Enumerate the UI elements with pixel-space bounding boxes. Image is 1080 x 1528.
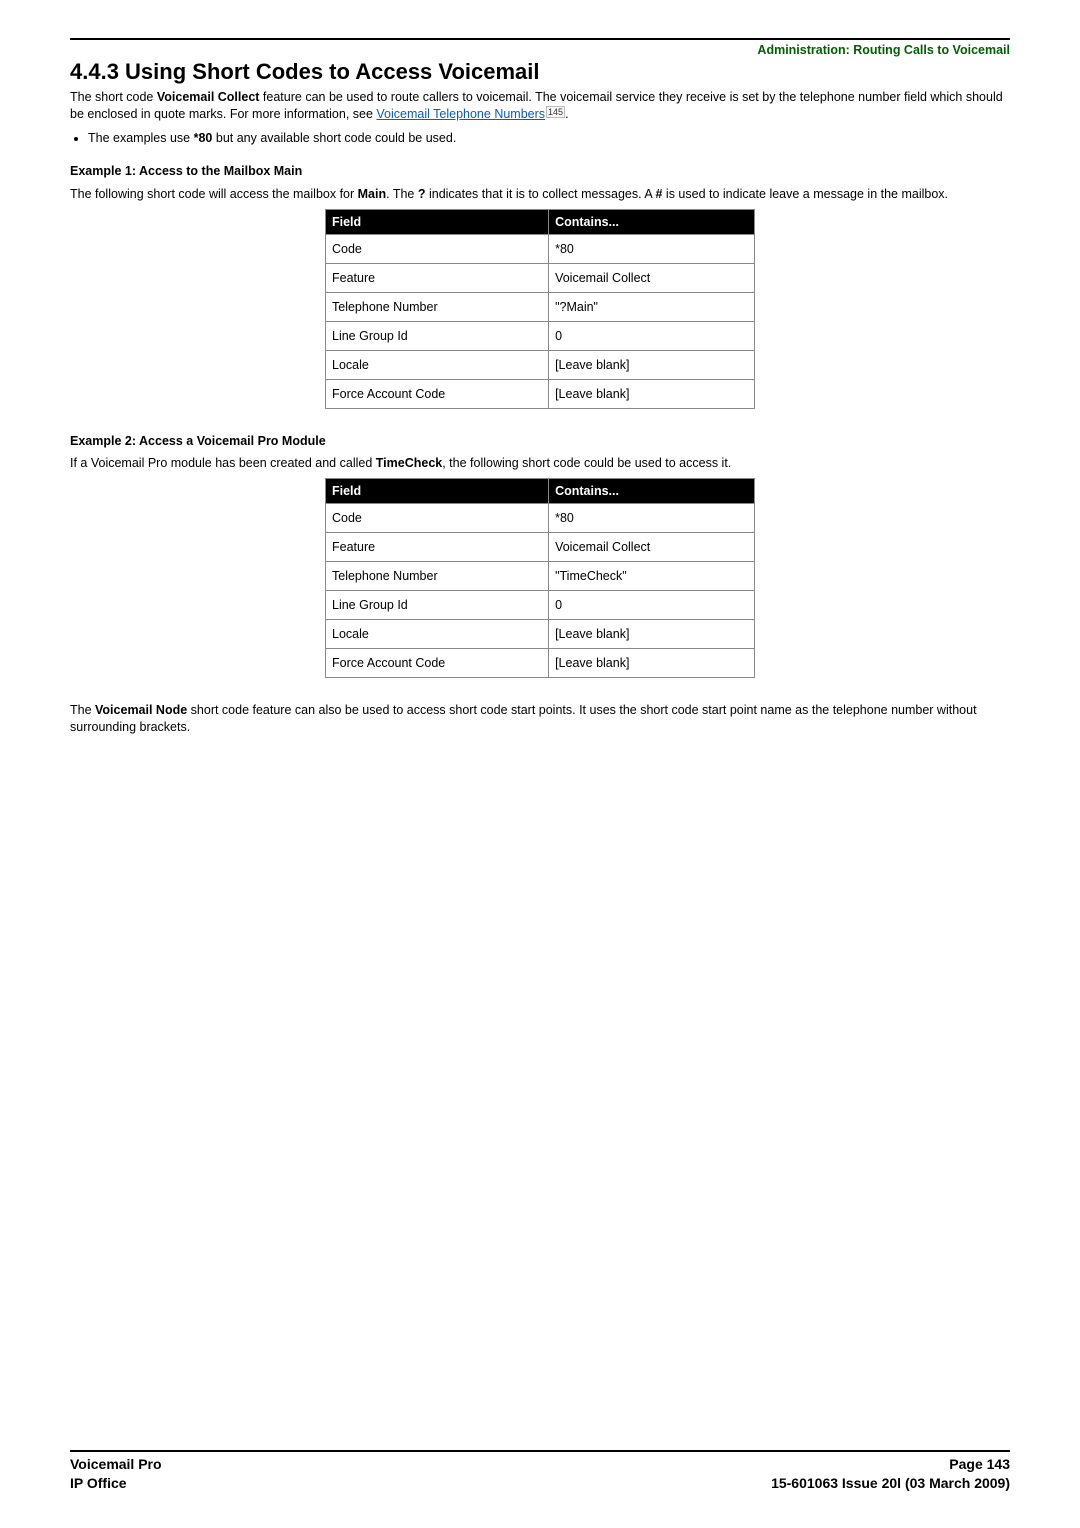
bullet-bold-80: *80	[194, 131, 213, 145]
page-title: 4.4.3 Using Short Codes to Access Voicem…	[70, 59, 1010, 85]
table-row: FeatureVoicemail Collect	[326, 263, 755, 292]
cell-field: Code	[326, 234, 549, 263]
intro-text-c: .	[565, 107, 568, 121]
cell-field: Locale	[326, 620, 549, 649]
bullet-item: The examples use *80 but any available s…	[88, 131, 1010, 145]
closing-b: short code feature can also be used to a…	[70, 703, 977, 734]
th-field: Field	[326, 209, 549, 234]
ex2-desc-b: , the following short code could be used…	[442, 456, 731, 470]
table-row: Force Account Code[Leave blank]	[326, 649, 755, 678]
breadcrumb: Administration: Routing Calls to Voicema…	[70, 43, 1010, 57]
cell-field: Telephone Number	[326, 562, 549, 591]
ex2-desc-a: If a Voicemail Pro module has been creat…	[70, 456, 376, 470]
ex1-desc-c: indicates that it is to collect messages…	[426, 187, 656, 201]
cell-contains: [Leave blank]	[549, 649, 755, 678]
example1-description: The following short code will access the…	[70, 186, 1010, 203]
cell-contains: [Leave blank]	[549, 379, 755, 408]
ex1-bold-main: Main	[358, 187, 386, 201]
cell-field: Force Account Code	[326, 649, 549, 678]
ex1-desc-a: The following short code will access the…	[70, 187, 358, 201]
top-rule	[70, 38, 1010, 40]
th-contains: Contains...	[549, 479, 755, 504]
th-contains: Contains...	[549, 209, 755, 234]
closing-bold-voicemail-node: Voicemail Node	[95, 703, 187, 717]
intro-text-a: The short code	[70, 90, 157, 104]
ex1-desc-d: is used to indicate leave a message in t…	[662, 187, 948, 201]
table-row: Force Account Code[Leave blank]	[326, 379, 755, 408]
intro-paragraph: The short code Voicemail Collect feature…	[70, 89, 1010, 123]
footer-rule	[70, 1450, 1010, 1452]
page-ref-145: 145	[546, 106, 565, 118]
cell-field: Feature	[326, 263, 549, 292]
example2-title: Example 2: Access a Voicemail Pro Module	[70, 433, 1010, 450]
ex1-desc-b: . The	[386, 187, 418, 201]
footer-right-1: Page 143	[949, 1455, 1010, 1475]
closing-paragraph: The Voicemail Node short code feature ca…	[70, 702, 1010, 736]
cell-field: Force Account Code	[326, 379, 549, 408]
intro-bold-voicemail-collect: Voicemail Collect	[157, 90, 260, 104]
bullet-text-b: but any available short code could be us…	[212, 131, 456, 145]
table-row: Locale[Leave blank]	[326, 620, 755, 649]
example1-table: Field Contains... Code*80 FeatureVoicema…	[325, 209, 755, 409]
cell-field: Line Group Id	[326, 591, 549, 620]
table-row: Telephone Number"?Main"	[326, 292, 755, 321]
example1-title: Example 1: Access to the Mailbox Main	[70, 163, 1010, 180]
ex2-bold-timecheck: TimeCheck	[376, 456, 442, 470]
cell-contains: Voicemail Collect	[549, 263, 755, 292]
table-row: Telephone Number"TimeCheck"	[326, 562, 755, 591]
table-row: Line Group Id0	[326, 591, 755, 620]
voicemail-telephone-numbers-link[interactable]: Voicemail Telephone Numbers	[376, 107, 545, 121]
cell-contains: [Leave blank]	[549, 620, 755, 649]
page-footer: Voicemail Pro Page 143 IP Office 15-6010…	[70, 1450, 1010, 1494]
footer-left-1: Voicemail Pro	[70, 1455, 162, 1475]
table-row: Line Group Id0	[326, 321, 755, 350]
example2-description: If a Voicemail Pro module has been creat…	[70, 455, 1010, 472]
cell-field: Telephone Number	[326, 292, 549, 321]
example2-table: Field Contains... Code*80 FeatureVoicema…	[325, 478, 755, 678]
table-row: Code*80	[326, 504, 755, 533]
table-header-row: Field Contains...	[326, 479, 755, 504]
table-row: FeatureVoicemail Collect	[326, 533, 755, 562]
table-row: Code*80	[326, 234, 755, 263]
table-row: Locale[Leave blank]	[326, 350, 755, 379]
cell-contains: [Leave blank]	[549, 350, 755, 379]
cell-contains: Voicemail Collect	[549, 533, 755, 562]
cell-field: Locale	[326, 350, 549, 379]
cell-contains: 0	[549, 321, 755, 350]
footer-right-2: 15-601063 Issue 20l (03 March 2009)	[771, 1474, 1010, 1494]
cell-field: Feature	[326, 533, 549, 562]
closing-a: The	[70, 703, 95, 717]
table-header-row: Field Contains...	[326, 209, 755, 234]
cell-contains: *80	[549, 234, 755, 263]
cell-contains: *80	[549, 504, 755, 533]
cell-field: Code	[326, 504, 549, 533]
ex1-bold-question: ?	[418, 187, 426, 201]
footer-left-2: IP Office	[70, 1474, 127, 1494]
th-field: Field	[326, 479, 549, 504]
cell-contains: 0	[549, 591, 755, 620]
bullet-text-a: The examples use	[88, 131, 194, 145]
bullet-list: The examples use *80 but any available s…	[70, 131, 1010, 145]
cell-contains: "?Main"	[549, 292, 755, 321]
cell-contains: "TimeCheck"	[549, 562, 755, 591]
cell-field: Line Group Id	[326, 321, 549, 350]
